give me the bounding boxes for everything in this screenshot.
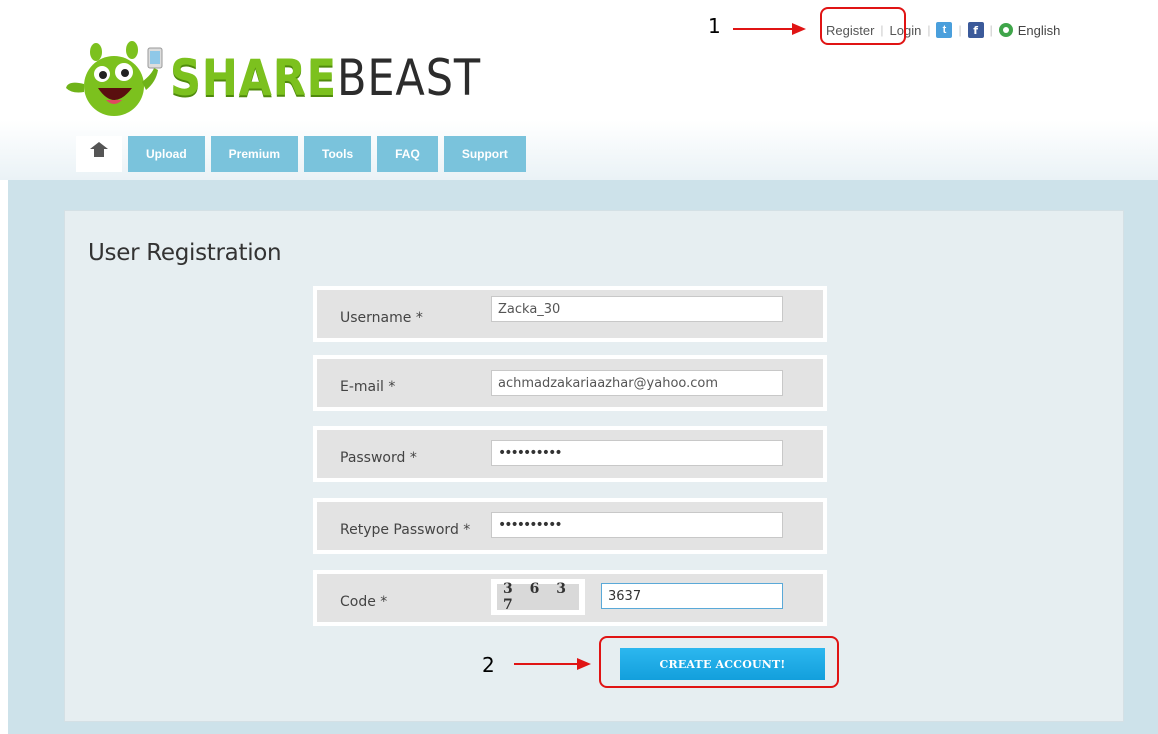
register-link[interactable]: Register bbox=[826, 23, 874, 38]
facebook-icon[interactable]: f bbox=[967, 22, 984, 38]
logo-beast-text: BEAST bbox=[337, 49, 481, 107]
annotation-number-1: 1 bbox=[708, 14, 721, 38]
code-label: Code * bbox=[340, 594, 388, 610]
create-account-button[interactable]: CREATE ACCOUNT! bbox=[620, 648, 825, 680]
header: SHAREBEAST Register | Login | t | f | En… bbox=[0, 0, 1158, 180]
sharebeast-logo[interactable]: SHAREBEAST bbox=[62, 38, 482, 122]
annotation-number-2: 2 bbox=[482, 653, 495, 677]
logo-share-text: SHARE bbox=[170, 49, 338, 107]
annotation-arrow-2 bbox=[514, 663, 578, 665]
tab-upload[interactable]: Upload bbox=[128, 136, 205, 172]
tab-faq[interactable]: FAQ bbox=[377, 136, 438, 172]
retype-password-input[interactable] bbox=[491, 512, 783, 538]
username-input[interactable] bbox=[491, 296, 783, 322]
page-title: User Registration bbox=[88, 240, 282, 266]
tab-home[interactable] bbox=[76, 136, 122, 172]
monster-mascot-icon bbox=[66, 41, 163, 116]
tab-premium[interactable]: Premium bbox=[210, 136, 299, 172]
password-label: Password * bbox=[340, 450, 417, 466]
separator: | bbox=[958, 23, 962, 37]
login-link[interactable]: Login bbox=[890, 23, 922, 38]
language-selector[interactable]: English bbox=[998, 22, 1061, 38]
email-row: E-mail * bbox=[313, 355, 827, 411]
password-row: Password * bbox=[313, 426, 827, 482]
username-row: Username * bbox=[313, 286, 827, 342]
separator: | bbox=[927, 23, 931, 37]
separator: | bbox=[989, 23, 993, 37]
retype-password-row: Retype Password * bbox=[313, 498, 827, 554]
email-label: E-mail * bbox=[340, 379, 396, 395]
home-icon bbox=[90, 142, 108, 160]
globe-icon bbox=[998, 23, 1013, 37]
main-nav: Upload Premium Tools FAQ Support bbox=[76, 136, 532, 174]
code-row: Code * 3 6 3 7 bbox=[313, 570, 827, 626]
username-label: Username * bbox=[340, 310, 423, 326]
tab-tools[interactable]: Tools bbox=[304, 136, 372, 172]
twitter-icon[interactable]: t bbox=[936, 22, 953, 38]
captcha-image: 3 6 3 7 bbox=[491, 579, 585, 615]
tab-support[interactable]: Support bbox=[443, 136, 526, 172]
captcha-text: 3 6 3 7 bbox=[497, 581, 579, 613]
retype-password-label: Retype Password * bbox=[340, 522, 471, 538]
separator: | bbox=[880, 23, 884, 37]
language-label: English bbox=[1017, 22, 1061, 38]
annotation-arrow-1 bbox=[733, 28, 793, 30]
password-input[interactable] bbox=[491, 440, 783, 466]
code-input[interactable] bbox=[601, 583, 783, 609]
annotation-arrowhead-2 bbox=[577, 658, 591, 670]
top-links: Register | Login | t | f | English bbox=[826, 18, 1060, 42]
email-input[interactable] bbox=[491, 370, 783, 396]
logo-wordmark: SHAREBEAST bbox=[170, 48, 481, 108]
annotation-arrowhead-1 bbox=[792, 23, 806, 35]
